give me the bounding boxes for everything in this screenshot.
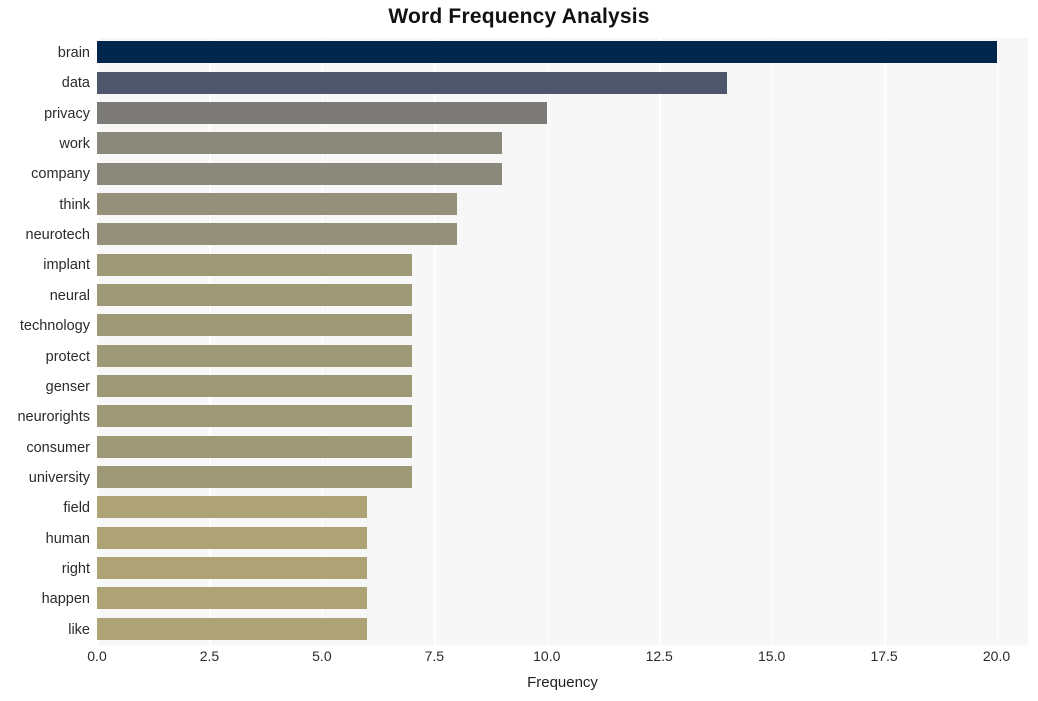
bar-row	[97, 554, 1028, 584]
bar-row	[97, 220, 1028, 250]
bar-genser	[97, 375, 412, 398]
bar-implant	[97, 253, 412, 276]
y-axis-tick-labels: brain data privacy work company think neurotec…	[0, 38, 90, 645]
bar-right	[97, 557, 367, 580]
x-tick-label: 0.0	[87, 648, 107, 664]
bar-neurotech	[97, 223, 457, 246]
chart-figure: Word Frequency Analysis brain data privacy…	[0, 0, 1038, 701]
y-tick-label-privacy: privacy	[44, 105, 90, 122]
bar-row	[97, 38, 1028, 68]
bar-row	[97, 129, 1028, 159]
bars-layer	[97, 38, 1028, 645]
bar-happen	[97, 587, 367, 610]
y-tick-label-company: company	[31, 166, 90, 183]
y-tick-label-work: work	[59, 136, 90, 153]
bar-consumer	[97, 435, 412, 458]
bar-think	[97, 192, 457, 215]
bar-row	[97, 281, 1028, 311]
bar-data	[97, 71, 727, 94]
y-tick-label-brain: brain	[57, 45, 90, 61]
bar-brain	[97, 41, 997, 64]
x-axis-tick-labels: 0.0 2.5 5.0 7.5 10.0 12.5 15.0 17.5 20.0	[87, 648, 1028, 670]
bar-row	[97, 68, 1028, 98]
x-tick-label: 5.0	[312, 648, 332, 664]
bar-technology	[97, 314, 412, 337]
bar-row	[97, 524, 1028, 554]
bar-row	[97, 433, 1028, 463]
x-tick-label: 20.0	[982, 648, 1011, 664]
y-tick-label-consumer: consumer	[26, 439, 90, 456]
bar-row	[97, 584, 1028, 614]
bar-field	[97, 496, 367, 519]
y-tick-label-neurotech: neurotech	[25, 227, 91, 244]
bar-row	[97, 99, 1028, 129]
y-tick-label-happen: happen	[41, 591, 90, 608]
y-tick-label-genser: genser	[45, 378, 90, 395]
bar-like	[97, 617, 367, 640]
bar-neurorights	[97, 405, 412, 428]
bar-row	[97, 463, 1028, 493]
bar-row	[97, 372, 1028, 402]
x-axis-title: Frequency	[527, 674, 598, 691]
bar-company	[97, 162, 502, 185]
y-tick-label-right: right	[61, 560, 90, 577]
bar-row	[97, 311, 1028, 341]
bar-row	[97, 159, 1028, 189]
bar-row	[97, 342, 1028, 372]
plot-area	[97, 38, 1028, 645]
x-tick-label: 12.5	[645, 648, 673, 664]
y-tick-label-implant: implant	[43, 257, 90, 274]
bar-protect	[97, 344, 412, 367]
x-tick-label: 15.0	[758, 648, 786, 664]
y-tick-label-field: field	[63, 500, 90, 517]
bar-row	[97, 250, 1028, 280]
x-tick-label: 7.5	[424, 648, 445, 664]
x-tick-label: 10.0	[533, 648, 561, 664]
y-tick-label-data: data	[61, 75, 90, 92]
y-tick-label-neurorights: neurorights	[17, 409, 90, 426]
bar-university	[97, 466, 412, 489]
y-tick-label-protect: protect	[45, 348, 90, 365]
y-tick-label-neural: neural	[49, 287, 90, 304]
bar-row	[97, 493, 1028, 523]
y-tick-label-human: human	[45, 530, 90, 547]
y-tick-label-think: think	[59, 196, 90, 213]
bar-work	[97, 132, 502, 155]
bar-human	[97, 526, 367, 549]
chart-title: Word Frequency Analysis	[388, 5, 650, 28]
bar-row	[97, 190, 1028, 220]
x-tick-label: 2.5	[199, 648, 220, 664]
bar-row	[97, 402, 1028, 432]
bar-row	[97, 615, 1028, 645]
y-tick-label-technology: technology	[19, 318, 90, 335]
y-tick-label-university: university	[28, 469, 90, 486]
y-tick-label-like: like	[68, 621, 90, 638]
bar-neural	[97, 283, 412, 306]
x-tick-label: 17.5	[870, 648, 898, 664]
bar-privacy	[97, 101, 547, 124]
